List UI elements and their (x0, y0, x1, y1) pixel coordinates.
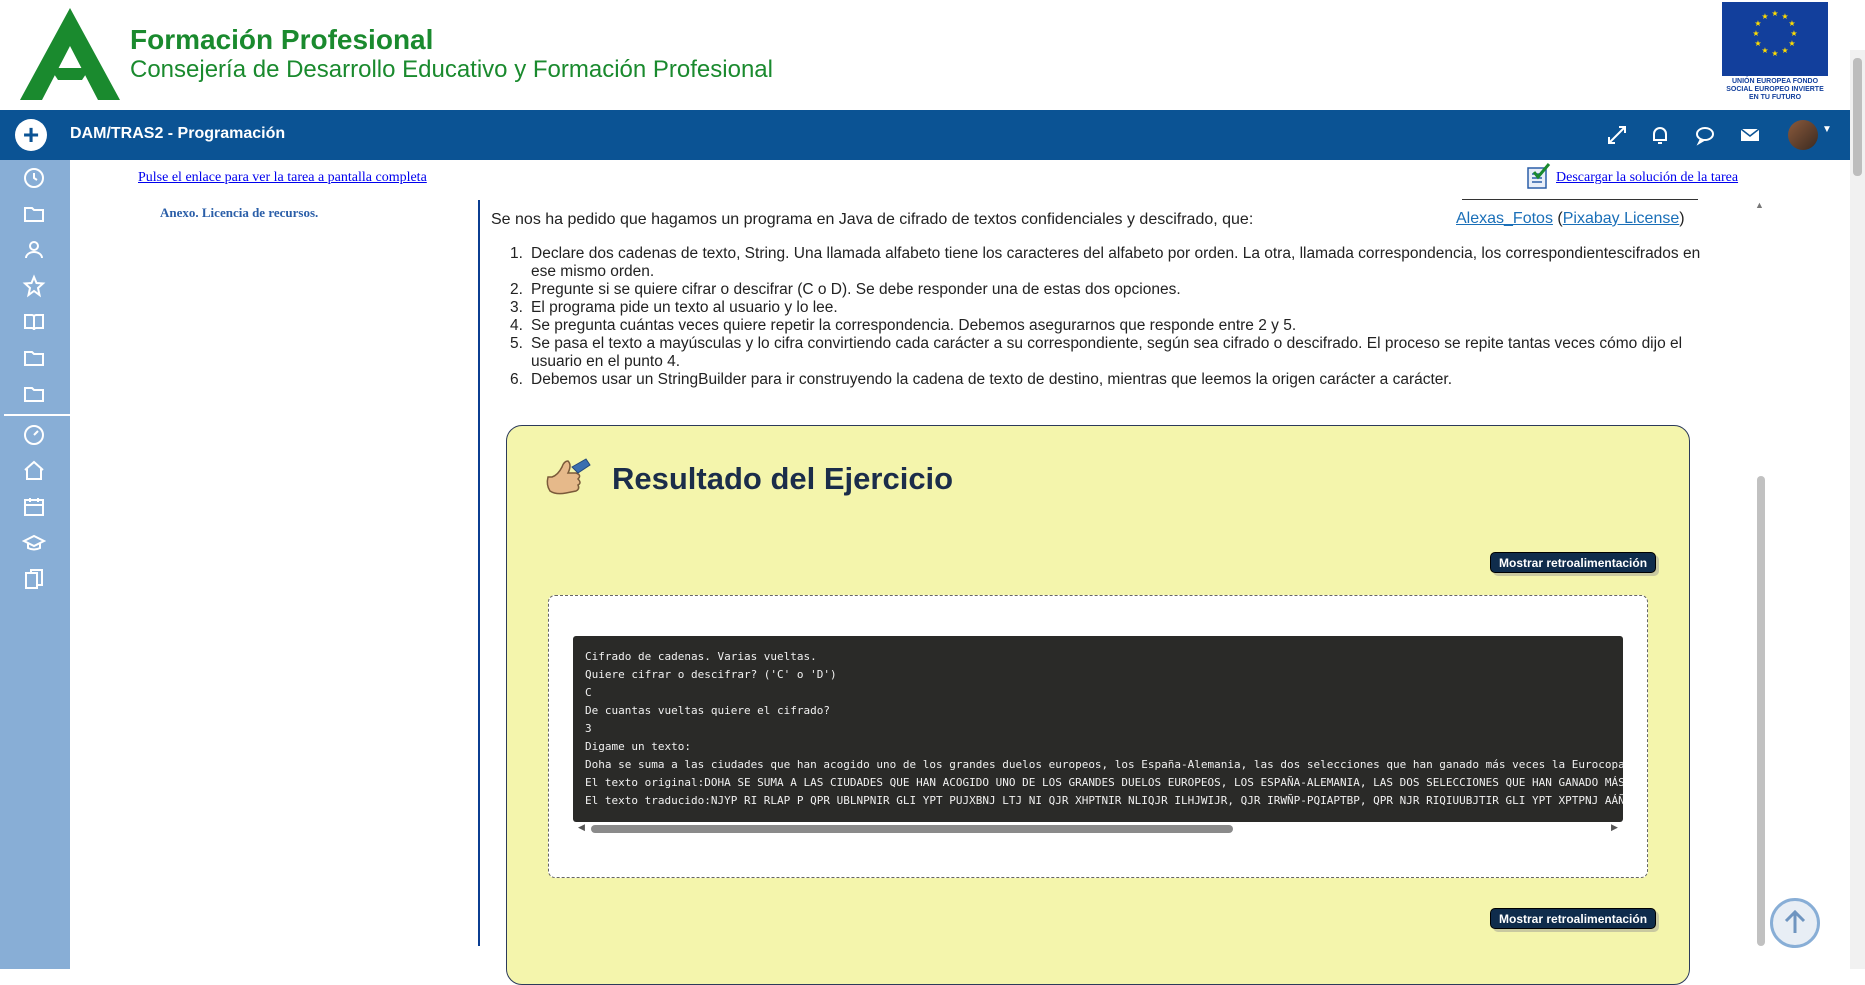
page-scrollbar[interactable] (1850, 50, 1865, 969)
avatar[interactable] (1788, 120, 1818, 150)
thumbs-up-icon (546, 458, 591, 495)
svg-text:★: ★ (1761, 46, 1768, 55)
download-solution-link[interactable]: Descargar la solución de la tarea (1556, 170, 1738, 186)
image-credit: Alexas_Fotos (Pixabay License) (1456, 210, 1685, 227)
list-item: 5. Se pasa el texto a mayúsculas y lo cif… (510, 335, 1683, 370)
fullscreen-link[interactable]: Pulse el enlace para ver la tarea a pant… (138, 170, 427, 186)
list-item: 1. Declare dos cadenas de texto, String. … (510, 245, 1701, 280)
folder-icon[interactable] (22, 346, 46, 370)
svg-text:★: ★ (1771, 9, 1778, 18)
credit-license-link[interactable]: Pixabay License (1563, 210, 1680, 227)
folder-icon[interactable] (22, 382, 46, 406)
svg-text:★: ★ (1754, 39, 1761, 48)
show-feedback-button[interactable]: Mostrar retroalimentación (1490, 908, 1657, 929)
annex-link[interactable]: Anexo. Licencia de recursos. (160, 205, 318, 221)
eu-caption: UNIÓN EUROPEA FONDO SOCIAL EUROPEO INVIE… (1726, 78, 1824, 101)
console-line: Doha se suma a las ciudades que han acog… (585, 758, 1623, 771)
console-line: Quiere cifrar o descifrar? ('C' o 'D') (585, 668, 837, 681)
credit-author-link[interactable]: Alexas_Fotos (1456, 210, 1553, 227)
svg-text:★: ★ (1788, 19, 1795, 28)
eu-flag-icon: ★ ★ ★ ★ ★ ★ ★ ★ ★ ★ ★ ★ (1722, 2, 1828, 76)
expand-icon[interactable] (1605, 123, 1629, 147)
console-line: El texto original:DOHA SE SUMA A LAS CIU… (585, 776, 1623, 789)
console-scrollbar-thumb[interactable] (591, 825, 1233, 833)
content-scrollbar-thumb[interactable] (1757, 476, 1765, 946)
users-icon[interactable] (22, 238, 46, 262)
list-item: 4. Se pregunta cuántas veces quiere repet… (510, 317, 1297, 334)
scroll-up-arrow-icon[interactable]: ▲ (1755, 200, 1764, 210)
mail-icon[interactable] (1738, 123, 1762, 147)
console-line: El texto traducido:NJYP RI RLAP P QPR UB… (585, 794, 1623, 807)
brand-subtitle: Consejería de Desarrollo Educativo y For… (130, 56, 773, 83)
star-icon[interactable] (22, 274, 46, 298)
step-number: 5. (510, 335, 523, 352)
svg-text:★: ★ (1771, 49, 1778, 58)
page-scrollbar-thumb[interactable] (1853, 58, 1862, 176)
svg-text:★: ★ (1788, 39, 1795, 48)
calendar-icon[interactable] (22, 495, 46, 519)
intro-text: Se nos ha pedido que hagamos un programa… (491, 211, 1254, 228)
bell-icon[interactable] (1648, 123, 1672, 147)
chat-icon[interactable] (1693, 123, 1717, 147)
folder-icon[interactable] (22, 202, 46, 226)
step-number: 1. (510, 245, 523, 262)
left-sidebar (0, 160, 70, 969)
svg-text:★: ★ (1781, 46, 1788, 55)
scroll-left-arrow-icon[interactable]: ◀ (578, 822, 585, 833)
content-divider (478, 200, 480, 946)
list-item: 2. Pregunte si se quiere cifrar o descifr… (510, 281, 1181, 298)
list-item: 3. El programa pide un texto al usuario y… (510, 299, 838, 316)
course-title[interactable]: DAM/TRAS2 - Programación (70, 125, 285, 143)
chevron-down-icon[interactable]: ▼ (1822, 124, 1832, 135)
junta-logo[interactable] (20, 8, 120, 100)
credit-rule (1462, 199, 1698, 200)
site-header: Formación Profesional Consejería de Desa… (0, 0, 1865, 110)
console-line: 3 (585, 722, 592, 735)
list-item: 6. Debemos usar un StringBuilder para ir … (510, 371, 1453, 388)
show-feedback-button[interactable]: Mostrar retroalimentación (1490, 552, 1657, 573)
add-button[interactable]: + (15, 119, 47, 151)
brand-title: Formación Profesional (130, 24, 434, 55)
svg-text:★: ★ (1790, 29, 1797, 38)
scroll-right-arrow-icon[interactable]: ▶ (1611, 822, 1618, 833)
console-line: C (585, 686, 592, 699)
result-title: Resultado del Ejercicio (612, 461, 954, 496)
console-line: Digame un texto: (585, 740, 691, 753)
svg-text:★: ★ (1752, 29, 1759, 38)
svg-text:★: ★ (1761, 12, 1768, 21)
files-icon[interactable] (22, 567, 46, 591)
arrow-up-icon (1784, 909, 1806, 933)
console-output: Cifrado de cadenas. Varias vueltas. Quie… (573, 636, 1623, 822)
console-line: Cifrado de cadenas. Varias vueltas. (585, 650, 817, 663)
task-steps: 1. Declare dos cadenas de texto, String. … (510, 245, 1715, 389)
step-number: 6. (510, 371, 523, 388)
top-navbar: + DAM/TRAS2 - Programación ▼ (0, 110, 1850, 160)
graduation-icon[interactable] (22, 531, 46, 555)
back-to-top-button[interactable] (1770, 898, 1820, 948)
checklist-icon (1527, 163, 1551, 189)
step-number: 2. (510, 281, 523, 298)
home-icon[interactable] (22, 459, 46, 483)
step-number: 4. (510, 317, 523, 334)
step-number: 3. (510, 299, 523, 316)
clock-icon[interactable] (22, 166, 46, 190)
book-icon[interactable] (22, 310, 46, 334)
console-line: De cuantas vueltas quiere el cifrado? (585, 704, 831, 717)
sidebar-divider (4, 414, 70, 416)
dashboard-icon[interactable] (22, 423, 46, 447)
